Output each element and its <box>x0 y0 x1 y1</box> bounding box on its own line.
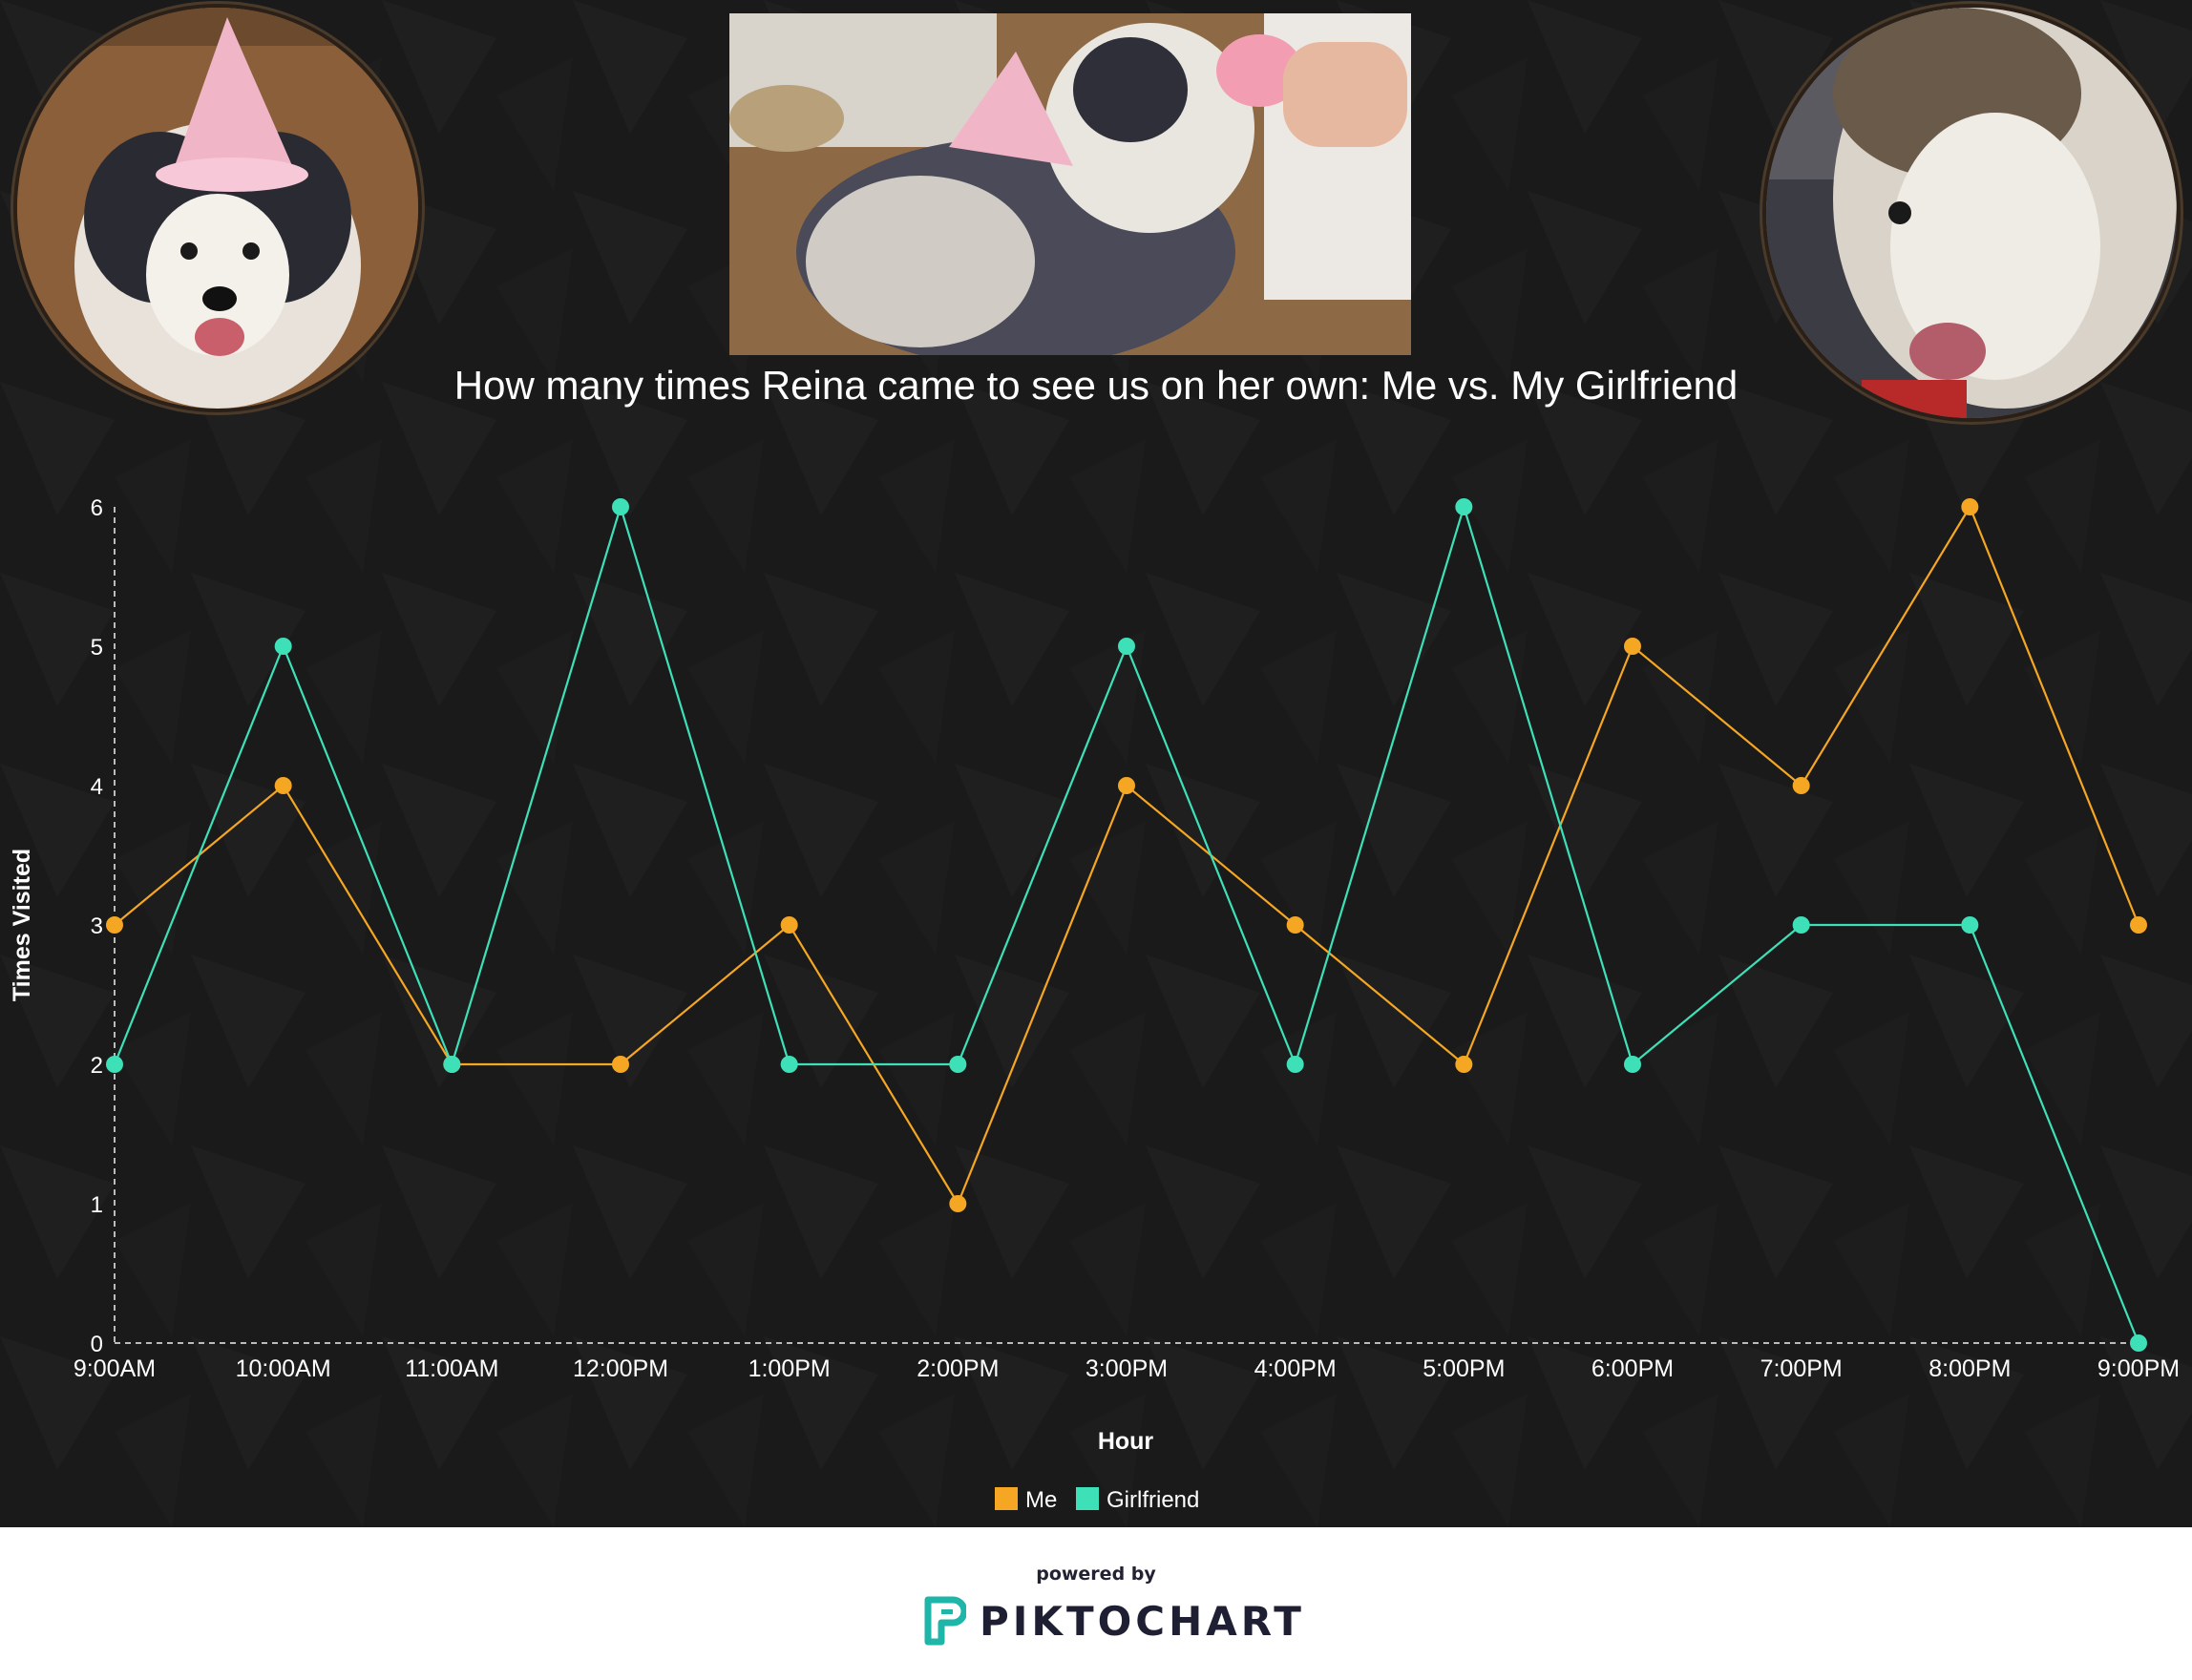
data-point-girlfriend <box>274 638 292 655</box>
photo-center <box>729 13 1411 355</box>
legend-label-me: Me <box>1025 1487 1057 1513</box>
footer: powered by PIKTOCHART <box>0 1527 2192 1680</box>
data-point-girlfriend <box>780 1056 798 1073</box>
data-point-me <box>949 1195 967 1212</box>
data-point-me <box>1624 638 1641 655</box>
y-tick-label: 3 <box>91 914 103 939</box>
x-tick-label: 9:00AM <box>74 1355 156 1382</box>
data-point-girlfriend <box>1792 916 1810 934</box>
legend-layer: Me Girlfriend <box>995 1487 1199 1513</box>
x-tick-label: 5:00PM <box>1423 1355 1505 1382</box>
x-tick-label: 9:00PM <box>2097 1355 2180 1382</box>
chart-panel: 0 1 2 3 4 5 6 9:00AM 10:00AM 11:00AM 12:00PM 1:00PM… <box>0 0 2192 1527</box>
data-point-girlfriend <box>1455 498 1473 515</box>
y-tick-label: 0 <box>91 1332 103 1357</box>
powered-by-label: powered by <box>1036 1564 1156 1585</box>
data-point-me <box>1118 777 1135 794</box>
data-point-me <box>1286 916 1304 934</box>
x-tick-label: 12:00PM <box>573 1355 668 1382</box>
x-tick-label: 3:00PM <box>1085 1355 1168 1382</box>
data-point-girlfriend <box>443 1056 461 1073</box>
data-point-me <box>274 777 292 794</box>
x-tick-label: 2:00PM <box>917 1355 999 1382</box>
piktochart-icon <box>924 1596 966 1646</box>
data-point-girlfriend <box>1286 1056 1304 1073</box>
data-point-me <box>780 916 798 934</box>
data-point-me <box>2130 916 2147 934</box>
data-point-me <box>1792 777 1810 794</box>
data-point-me <box>612 1056 629 1073</box>
brand-name: PIKTOCHART <box>980 1597 1305 1645</box>
data-point-girlfriend <box>1624 1056 1641 1073</box>
x-axis-title: Hour <box>1098 1428 1154 1455</box>
legend-label-girlfriend: Girlfriend <box>1107 1487 1199 1513</box>
chart-title: How many times Reina came to see us on h… <box>453 363 1739 408</box>
y-axis-title: Times Visited <box>9 849 35 1001</box>
photo-left <box>17 8 418 409</box>
y-tick-label: 2 <box>91 1053 103 1079</box>
data-point-me <box>1455 1056 1473 1073</box>
x-tick-label: 6:00PM <box>1591 1355 1674 1382</box>
legend-swatch-girlfriend <box>1076 1487 1099 1510</box>
brand-logo[interactable]: PIKTOCHART <box>924 1594 1305 1648</box>
x-tick-label: 11:00AM <box>405 1355 498 1382</box>
photo-right <box>1766 8 2177 418</box>
data-point-girlfriend <box>612 498 629 515</box>
data-point-girlfriend <box>2130 1334 2147 1352</box>
data-point-me <box>1961 498 1979 515</box>
y-tick-label: 1 <box>91 1192 103 1218</box>
x-tick-label: 1:00PM <box>748 1355 831 1382</box>
y-tick-label: 6 <box>91 495 103 521</box>
data-point-girlfriend <box>1118 638 1135 655</box>
x-tick-label: 8:00PM <box>1929 1355 2011 1382</box>
data-point-girlfriend <box>949 1056 967 1073</box>
y-tick-label: 5 <box>91 635 103 661</box>
x-tick-label: 7:00PM <box>1760 1355 1843 1382</box>
x-tick-label: 4:00PM <box>1254 1355 1337 1382</box>
data-point-girlfriend <box>1961 916 1979 934</box>
legend-swatch-me <box>995 1487 1018 1510</box>
data-point-me <box>106 916 123 934</box>
x-tick-label: 10:00AM <box>236 1355 331 1382</box>
y-tick-label: 4 <box>91 774 103 800</box>
data-point-girlfriend <box>106 1056 123 1073</box>
